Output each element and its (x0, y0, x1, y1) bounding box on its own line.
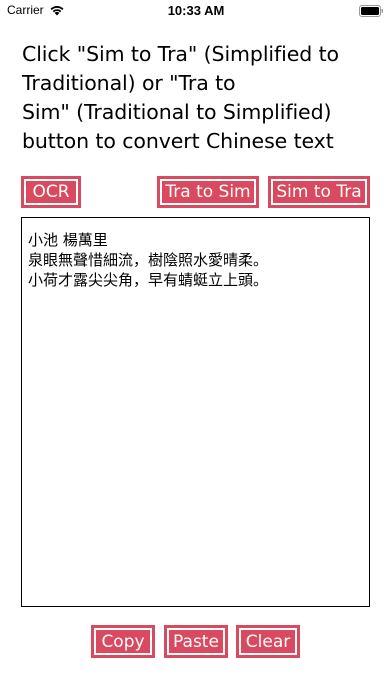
battery-icon (359, 5, 383, 17)
sim-to-tra-button[interactable]: Sim to Tra (268, 176, 370, 208)
status-bar: Carrier 10:33 AM (0, 0, 392, 22)
status-time: 10:33 AM (167, 3, 225, 18)
instructions-line: Sim" (Traditional to Simplified) (22, 100, 332, 124)
instructions-text: Click "Sim to Tra" (Simplified to Tradit… (22, 40, 382, 156)
chinese-text-editor[interactable]: 小池 楊萬里 泉眼無聲惜細流，樹陰照水愛晴柔。 小荷才露尖尖角，早有蜻蜓立上頭。 (21, 217, 370, 607)
clear-button[interactable]: Clear (236, 625, 300, 658)
ocr-button[interactable]: OCR (21, 176, 81, 208)
copy-button[interactable]: Copy (91, 625, 155, 658)
paste-button[interactable]: Paste (164, 625, 228, 658)
tra-to-sim-button[interactable]: Tra to Sim (157, 176, 259, 208)
instructions-line: button to convert Chinese text (22, 129, 334, 153)
instructions-line: Click "Sim to Tra" (Simplified to (22, 42, 339, 66)
text-line: 小荷才露尖尖角，早有蜻蜓立上頭。 (28, 271, 269, 289)
text-line: 小池 楊萬里 (28, 231, 108, 249)
instructions-line: Traditional) or "Tra to (22, 71, 236, 95)
text-line: 泉眼無聲惜細流，樹陰照水愛晴柔。 (28, 251, 269, 269)
